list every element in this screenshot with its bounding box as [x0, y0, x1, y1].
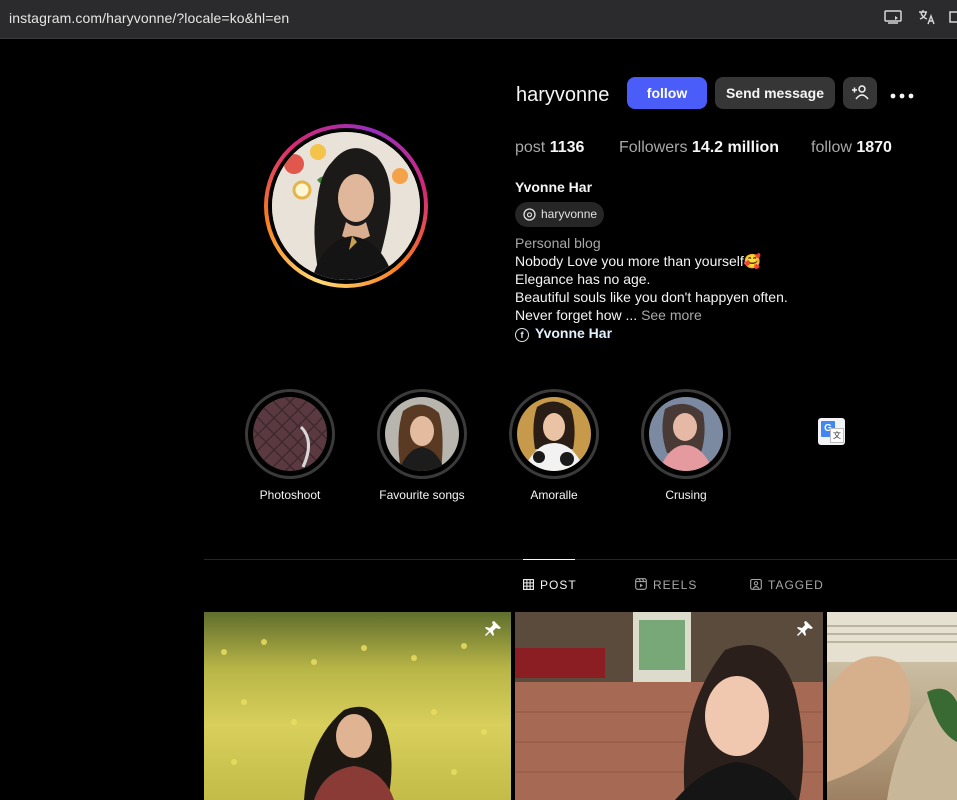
stat-followers-label: Followers [619, 139, 688, 156]
profile-avatar[interactable] [264, 124, 428, 288]
tab-tagged[interactable]: TAGGED [750, 578, 824, 592]
stat-followers-value: 14.2 million [691, 139, 780, 156]
facebook-icon: f [515, 328, 529, 342]
tab-label: POST [540, 578, 577, 592]
threads-handle: haryvonne [541, 207, 598, 221]
profile-full-name: Yvonne Har [515, 179, 593, 195]
avatar-photo [272, 132, 420, 280]
follow-button[interactable]: follow [627, 77, 707, 109]
cast-icon[interactable] [883, 9, 903, 29]
highlight-cover [649, 397, 723, 471]
tabs-divider [204, 559, 957, 560]
google-translate-icon[interactable]: G 文 [818, 418, 845, 445]
post-tile[interactable] [515, 612, 823, 800]
stat-following-value: 1870 [856, 139, 892, 156]
browser-extension-icon[interactable] [949, 9, 957, 29]
bio-line: Elegance has no age. [515, 271, 651, 287]
stat-following-label: follow [811, 139, 852, 156]
add-user-button[interactable] [843, 77, 877, 109]
highlight-cover [517, 397, 591, 471]
facebook-link-label: Yvonne Har [535, 325, 613, 341]
profile-username: haryvonne [516, 84, 610, 106]
bio-line-truncated: Never forget how ... See more [515, 307, 702, 323]
translate-icon[interactable] [917, 9, 937, 29]
browser-address-bar: instagram.com/haryvonne/?locale=ko&hl=en [0, 0, 957, 39]
threads-badge[interactable]: haryvonne [515, 202, 604, 227]
stat-followers[interactable]: Followers 14.2 million [619, 139, 779, 157]
tab-post[interactable]: POST [523, 578, 577, 592]
tab-reels[interactable]: REELS [635, 578, 697, 592]
tab-label: TAGGED [768, 578, 824, 592]
highlight-label: Crusing [665, 488, 707, 502]
add-user-icon [851, 85, 869, 100]
threads-icon [523, 202, 536, 227]
pin-icon [796, 620, 814, 643]
stat-posts-value: 1136 [549, 139, 585, 156]
facebook-link[interactable]: f Yvonne Har [515, 325, 612, 342]
highlight-cover [253, 397, 327, 471]
tab-label: REELS [653, 578, 698, 592]
stat-posts-label: post [515, 139, 546, 156]
stat-posts: post 1136 [515, 139, 584, 157]
pin-icon [484, 620, 502, 643]
see-more-link[interactable]: See more [641, 307, 702, 323]
address-url[interactable]: instagram.com/haryvonne/?locale=ko&hl=en [9, 10, 289, 26]
bio-line: Beautiful souls like you don't happyen o… [515, 289, 788, 305]
bio-line: Nobody Love you more than yourself🥰 [515, 253, 762, 269]
bio-line-text: Never forget how ... [515, 307, 638, 323]
highlight-cover [385, 397, 459, 471]
grid-icon [523, 579, 534, 592]
bio-category: Personal blog [515, 235, 601, 251]
more-options-icon[interactable] [889, 78, 915, 108]
tagged-icon [750, 578, 762, 592]
stat-following[interactable]: follow 1870 [811, 139, 892, 157]
reels-icon [635, 578, 647, 592]
active-tab-indicator [523, 559, 575, 560]
post-tile[interactable] [827, 612, 957, 800]
post-tile[interactable] [204, 612, 511, 800]
send-message-button[interactable]: Send message [715, 77, 835, 109]
